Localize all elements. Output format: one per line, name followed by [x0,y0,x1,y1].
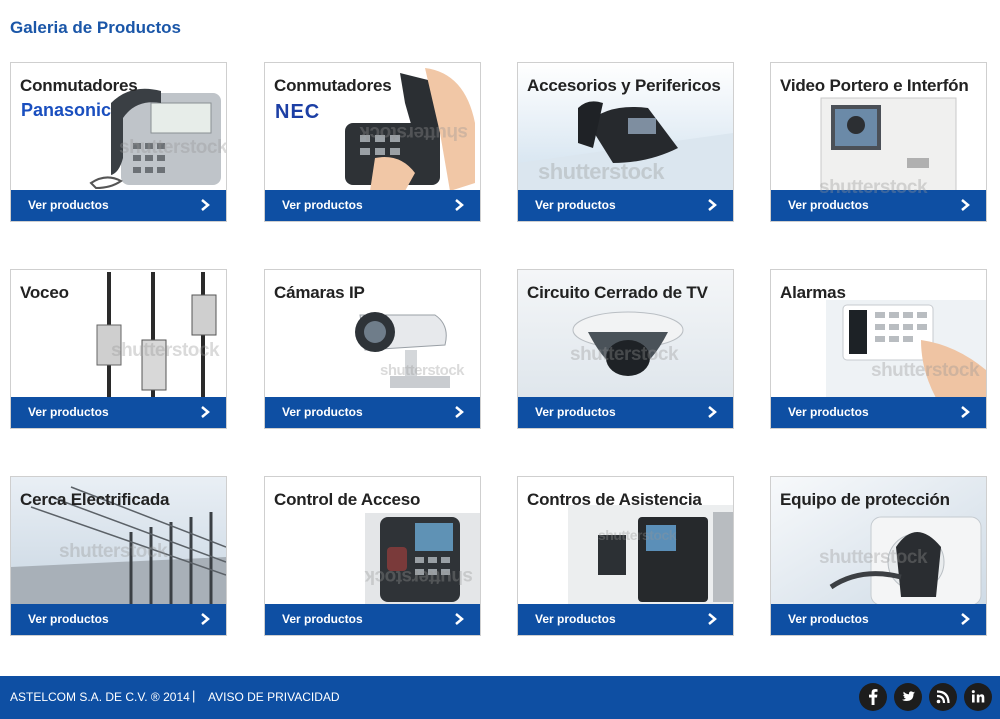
watermark: shutterstock [819,177,928,198]
watermark: shutterstock [360,122,469,143]
button-label: Ver productos [282,198,363,212]
panasonic-logo: Panasonic [21,100,112,120]
ver-productos-button[interactable]: Ver productos [11,397,226,428]
watermark: shutterstock [111,340,220,361]
button-label: Ver productos [788,405,869,419]
chevron-right-icon [961,613,970,625]
card-title: Conmutadores [20,76,138,95]
card-title: Conmutadores [274,76,392,95]
linkedin-icon[interactable] [964,683,992,711]
nec-logo: NEC [275,101,321,123]
card-title: Alarmas [780,283,846,302]
watermark: shutterstock [871,360,980,381]
product-card-conmutadores-nec[interactable]: shutterstock Conmutadores NEC Ver produc… [264,62,481,222]
chevron-right-icon [201,406,210,418]
card-title: Video Portero e Interfón [780,76,969,95]
card-title: Accesorios y Perifericos [527,76,721,95]
chevron-right-icon [455,613,464,625]
product-card-controles-asistencia[interactable]: shutterstock Contros de Asistencia Ver p… [517,476,734,636]
rss-icon[interactable] [929,683,957,711]
ver-productos-button[interactable]: Ver productos [265,397,480,428]
product-card-cerca-electrificada[interactable]: shutterstock Cerca Electrificada Ver pro… [10,476,227,636]
watermark: shutterstock [59,541,168,562]
ver-productos-button[interactable]: Ver productos [518,397,733,428]
card-title: Circuito Cerrado de TV [527,283,708,302]
ver-productos-button[interactable]: Ver productos [265,190,480,221]
product-card-video-portero[interactable]: shutterstock Video Portero e Interfón Ve… [770,62,987,222]
product-card-conmutadores-panasonic[interactable]: shutterstock Conmutadores Panasonic Ver … [10,62,227,222]
product-card-voceo[interactable]: shutterstock Voceo Ver productos [10,269,227,429]
footer: ASTELCOM S.A. DE C.V. ® 2014 | AVISO DE … [0,676,1000,719]
button-label: Ver productos [535,612,616,626]
button-label: Ver productos [28,405,109,419]
chevron-right-icon [961,406,970,418]
chevron-right-icon [455,199,464,211]
button-label: Ver productos [535,405,616,419]
chevron-right-icon [708,199,717,211]
privacy-link[interactable]: AVISO DE PRIVACIDAD [208,690,340,704]
ver-productos-button[interactable]: Ver productos [11,604,226,635]
watermark: shutterstock [380,362,465,379]
twitter-icon[interactable] [894,683,922,711]
product-card-accesorios-perifericos[interactable]: shutterstock Accesorios y Perifericos Ve… [517,62,734,222]
footer-separator: | [192,688,196,703]
button-label: Ver productos [28,612,109,626]
footer-copyright: ASTELCOM S.A. DE C.V. ® 2014 [10,690,190,704]
product-card-camaras-ip[interactable]: shutterstock Cámaras IP Ver productos [264,269,481,429]
button-label: Ver productos [788,612,869,626]
card-title: Cerca Electrificada [20,490,170,509]
facebook-icon[interactable] [859,683,887,711]
chevron-right-icon [708,406,717,418]
ver-productos-button[interactable]: Ver productos [518,190,733,221]
watermark: shutterstock [570,344,679,365]
watermark: shutterstock [365,566,474,587]
button-label: Ver productos [28,198,109,212]
chevron-right-icon [708,613,717,625]
button-label: Ver productos [788,198,869,212]
chevron-right-icon [201,613,210,625]
product-card-cctv[interactable]: shutterstock Circuito Cerrado de TV Ver … [517,269,734,429]
watermark: shutterstock [119,137,227,158]
card-title: Voceo [20,283,69,302]
card-title: Contros de Asistencia [527,490,702,509]
chevron-right-icon [455,406,464,418]
ver-productos-button[interactable]: Ver productos [771,397,986,428]
watermark: shutterstock [538,159,665,184]
button-label: Ver productos [282,405,363,419]
page-title: Galeria de Productos [10,18,181,37]
ver-productos-button[interactable]: Ver productos [11,190,226,221]
product-card-alarmas[interactable]: shutterstock Alarmas Ver productos [770,269,987,429]
card-title: Control de Acceso [274,490,421,509]
ver-productos-button[interactable]: Ver productos [771,604,986,635]
product-card-control-acceso[interactable]: shutterstock Control de Acceso Ver produ… [264,476,481,636]
watermark: shutterstock [819,547,928,568]
product-gallery: shutterstock Conmutadores Panasonic Ver … [10,62,990,642]
button-label: Ver productos [535,198,616,212]
card-title: Cámaras IP [274,283,365,302]
chevron-right-icon [201,199,210,211]
ver-productos-button[interactable]: Ver productos [265,604,480,635]
product-card-equipo-proteccion[interactable]: shutterstock Equipo de protección Ver pr… [770,476,987,636]
chevron-right-icon [961,199,970,211]
button-label: Ver productos [282,612,363,626]
card-title: Equipo de protección [780,490,950,509]
ver-productos-button[interactable]: Ver productos [518,604,733,635]
watermark: shutterstock [598,527,677,543]
